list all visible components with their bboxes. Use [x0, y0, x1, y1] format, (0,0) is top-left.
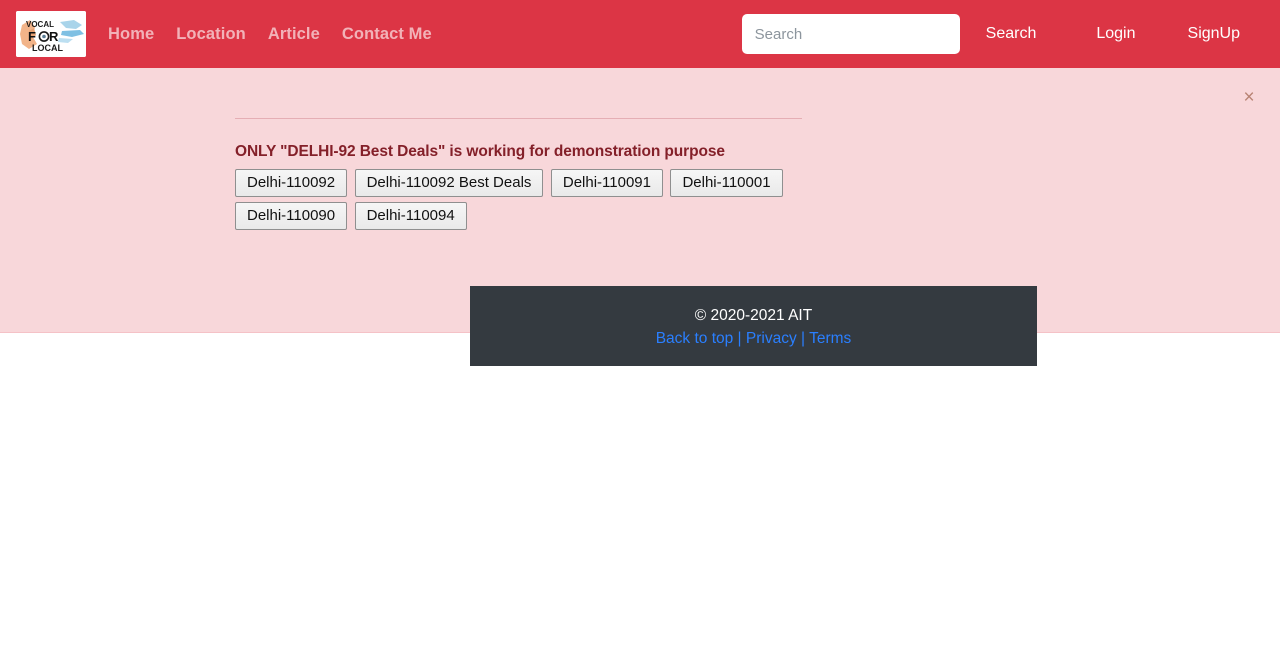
navbar-right-group: Search Login SignUp: [741, 14, 1264, 54]
nav-link-contact-me[interactable]: Contact Me: [342, 25, 432, 43]
pincode-button[interactable]: Delhi-110092 Best Deals: [354, 169, 544, 197]
primary-nav: Home Location Article Contact Me: [108, 25, 432, 44]
alert-heading: ONLY "DELHI-92 Best Deals" is working fo…: [235, 143, 725, 160]
page-blank-area: [0, 333, 1280, 667]
nav-item-home[interactable]: Home: [108, 25, 154, 44]
svg-text:F: F: [28, 29, 36, 44]
search-input[interactable]: [741, 14, 960, 54]
pincode-button[interactable]: Delhi-110001: [670, 169, 783, 197]
nav-item-contact-me[interactable]: Contact Me: [342, 25, 432, 44]
signup-link[interactable]: SignUp: [1188, 25, 1240, 43]
site-footer: © 2020-2021 AIT Back to top | Privacy | …: [470, 286, 1037, 366]
brand-logo[interactable]: VOCAL F R LOCAL: [16, 11, 86, 57]
svg-text:R: R: [49, 29, 59, 44]
footer-separator: |: [733, 330, 746, 347]
login-link[interactable]: Login: [1096, 25, 1135, 43]
svg-text:LOCAL: LOCAL: [32, 43, 63, 53]
privacy-link[interactable]: Privacy: [746, 330, 797, 347]
pincode-button-group: Delhi-110092 Delhi-110092 Best Deals Del…: [235, 169, 810, 235]
footer-copyright: © 2020-2021 AIT: [694, 307, 813, 324]
danger-alert-panel: × ONLY "DELHI-92 Best Deals" is working …: [0, 68, 1280, 366]
nav-link-location[interactable]: Location: [176, 25, 246, 43]
nav-link-article[interactable]: Article: [268, 25, 320, 43]
search-button[interactable]: Search: [986, 25, 1037, 43]
footer-links: Back to top | Privacy | Terms: [470, 327, 1037, 351]
terms-link[interactable]: Terms: [809, 330, 851, 347]
main-navbar: VOCAL F R LOCAL Home Location Article Co…: [0, 0, 1280, 68]
vocal-for-local-logo-icon: VOCAL F R LOCAL: [16, 11, 86, 57]
svg-text:VOCAL: VOCAL: [26, 20, 54, 29]
pincode-button[interactable]: Delhi-110092: [235, 169, 348, 197]
nav-link-home[interactable]: Home: [108, 25, 154, 43]
alert-content: ONLY "DELHI-92 Best Deals" is working fo…: [235, 68, 1037, 366]
nav-item-article[interactable]: Article: [268, 25, 320, 44]
pincode-button[interactable]: Delhi-110090: [235, 202, 348, 230]
pincode-button[interactable]: Delhi-110094: [354, 202, 467, 230]
footer-separator: |: [796, 330, 810, 347]
nav-item-location[interactable]: Location: [176, 25, 246, 44]
pincode-button[interactable]: Delhi-110091: [550, 169, 663, 197]
close-icon[interactable]: ×: [1236, 84, 1262, 110]
back-to-top-link[interactable]: Back to top: [656, 330, 734, 347]
